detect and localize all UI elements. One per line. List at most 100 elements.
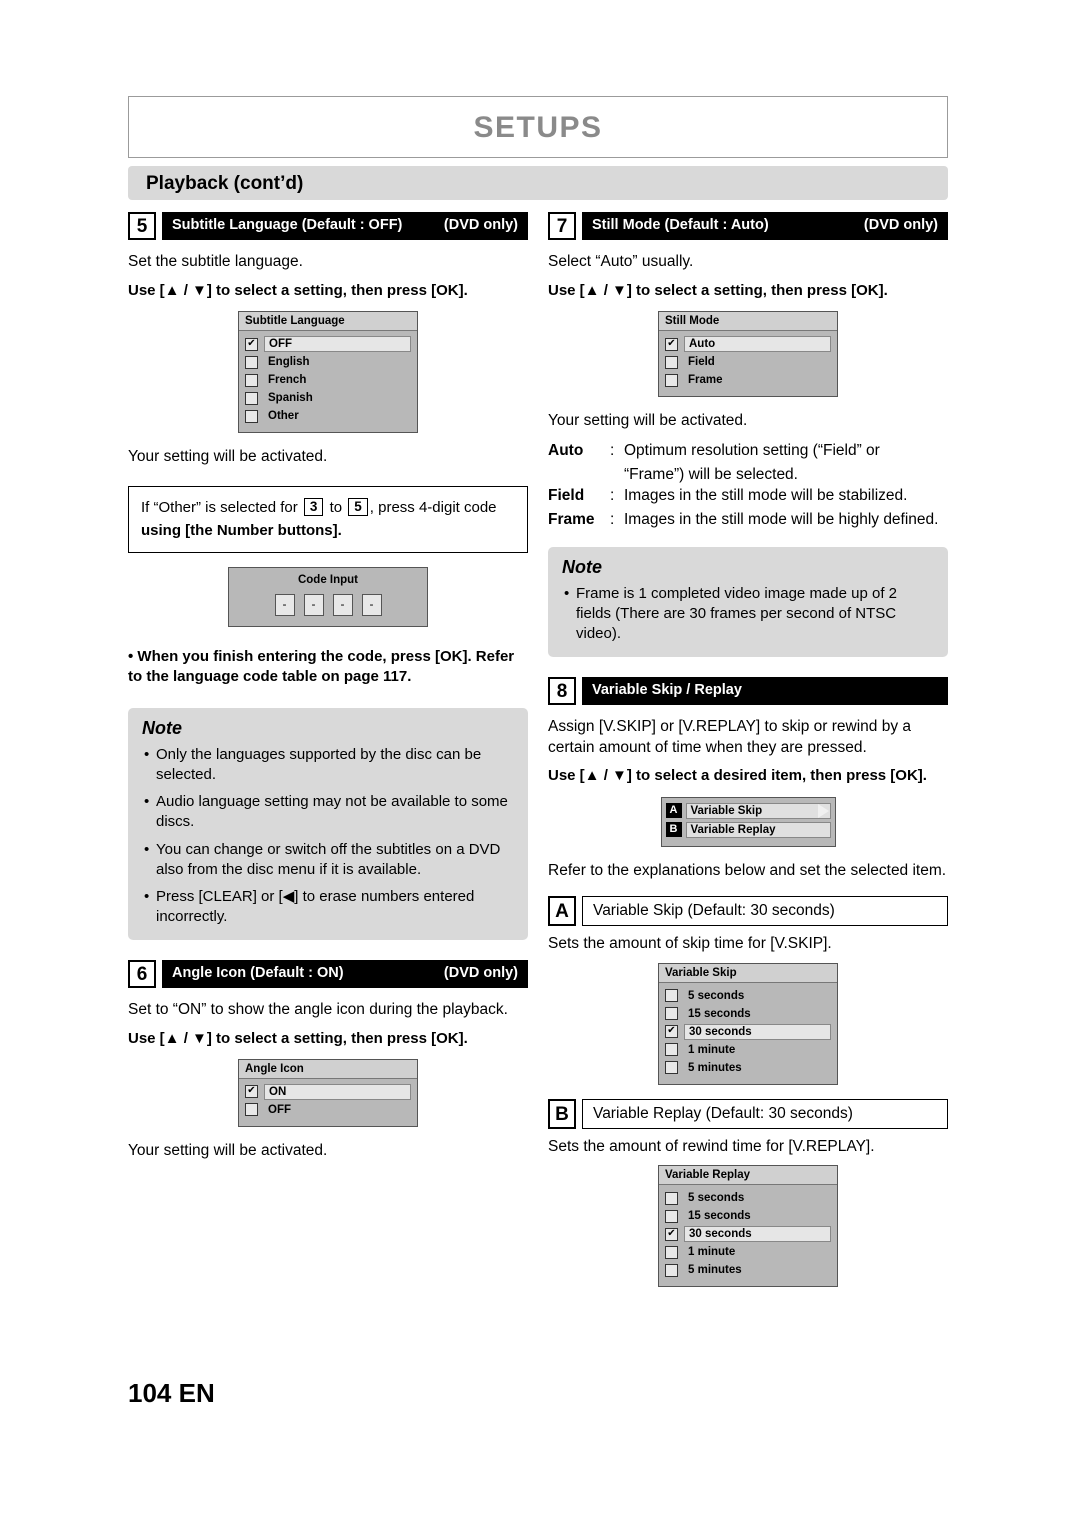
note-item: Audio language setting may not be availa…: [142, 792, 514, 833]
variable-skip-replay-menu[interactable]: A Variable Skip B Variable Replay: [660, 796, 836, 847]
checkbox-checked-icon: ✔: [245, 337, 258, 351]
variable-skip-label-row: A Variable Skip (Default: 30 seconds): [548, 895, 948, 926]
definition-field: Field : Images in the still mode will be…: [548, 485, 948, 507]
checkbox-icon: [665, 1043, 678, 1057]
note-list: Only the languages supported by the disc…: [142, 745, 514, 928]
variable-replay-label: Variable Replay (Default: 30 seconds): [582, 1098, 948, 1129]
definition-colon: :: [610, 511, 615, 529]
angle-icon-menu[interactable]: Angle Icon ✔ ON OFF: [238, 1058, 418, 1127]
item-8-bar: Variable Skip / Replay: [582, 676, 948, 705]
item-6-instruction: Use [▲ / ▼] to select a setting, then pr…: [128, 1029, 468, 1047]
menu-option-off[interactable]: ✔ OFF: [245, 336, 411, 353]
note-list: Frame is 1 completed video image made up…: [562, 584, 934, 645]
menu-option-auto[interactable]: ✔ Auto: [665, 336, 831, 353]
code-instruction-part2: to: [329, 499, 343, 517]
code-instruction-part4: using [the Number buttons].: [141, 521, 342, 539]
item-6-header: 6 Angle Icon (Default : ON) (DVD only): [128, 959, 528, 990]
ab-option-a[interactable]: A Variable Skip: [665, 802, 831, 819]
menu-option-label: 15 seconds: [688, 1210, 751, 1223]
item-5-activated: Your setting will be activated.: [128, 448, 328, 466]
code-digit-4[interactable]: -: [361, 594, 382, 617]
menu-option-label: 5 seconds: [688, 989, 745, 1002]
menu-option-5-minutes[interactable]: 5 minutes: [665, 1060, 831, 1076]
code-input-dialog[interactable]: Code Input - - - -: [228, 567, 428, 628]
menu-option-field[interactable]: Field: [665, 354, 831, 370]
checkbox-icon: [245, 409, 258, 423]
item-5-instruction: Use [▲ / ▼] to select a setting, then pr…: [128, 281, 468, 299]
note-still-mode: Note Frame is 1 completed video image ma…: [548, 546, 948, 657]
definition-frame: Frame : Images in the still mode will be…: [548, 509, 948, 531]
menu-option-label: 5 minutes: [688, 1061, 742, 1074]
page-title: SETUPS: [473, 111, 603, 144]
menu-option-spanish[interactable]: Spanish: [245, 390, 411, 406]
checkbox-icon: [665, 373, 678, 387]
definition-auto: Auto : Optimum resolution setting (“Fiel…: [548, 440, 948, 462]
menu-option-off[interactable]: OFF: [245, 1102, 411, 1118]
code-digit-3[interactable]: -: [332, 594, 353, 617]
variable-replay-desc: Sets the amount of rewind time for [V.RE…: [548, 1137, 875, 1155]
item-5-code-instruction: If “Other” is selected for 3 to 5, press…: [128, 486, 528, 554]
menu-option-5-seconds[interactable]: 5 seconds: [665, 1190, 831, 1206]
menu-option-label: OFF: [264, 336, 411, 353]
menu-option-30-seconds[interactable]: ✔ 30 seconds: [665, 1023, 831, 1040]
variable-skip-menu[interactable]: Variable Skip 5 seconds 15 seconds ✔ 30 …: [658, 962, 838, 1085]
page-number: 104 EN: [128, 1378, 215, 1408]
item-7-number: 7: [548, 212, 576, 240]
menu-option-1-minute[interactable]: 1 minute: [665, 1042, 831, 1058]
page-header-band: SETUPS: [128, 96, 948, 158]
ab-option-b[interactable]: B Variable Replay: [665, 821, 831, 838]
menu-option-label: 30 seconds: [684, 1023, 831, 1040]
item-6-activated: Your setting will be activated.: [128, 1141, 328, 1159]
menu-title: Still Mode: [659, 312, 837, 332]
subtitle-language-menu[interactable]: Subtitle Language ✔ OFF English French S…: [238, 311, 418, 434]
menu-option-label: Field: [688, 356, 715, 369]
checkbox-checked-icon: ✔: [665, 337, 678, 351]
left-column: 5 Subtitle Language (Default : OFF) (DVD…: [128, 212, 528, 1170]
variable-replay-menu[interactable]: Variable Replay 5 seconds 15 seconds ✔ 3…: [658, 1165, 838, 1288]
menu-option-on[interactable]: ✔ ON: [245, 1083, 411, 1100]
menu-body: 5 seconds 15 seconds ✔ 30 seconds 1 minu…: [659, 983, 837, 1084]
variable-skip-label: Variable Skip (Default: 30 seconds): [582, 895, 948, 926]
menu-option-5-minutes[interactable]: 5 minutes: [665, 1262, 831, 1278]
tag-b: B: [665, 822, 682, 838]
menu-option-label: ON: [264, 1083, 411, 1100]
menu-option-5-seconds[interactable]: 5 seconds: [665, 988, 831, 1004]
checkbox-icon: [665, 1061, 678, 1075]
item-5-bullet-after: • When you finish entering the code, pre…: [128, 648, 515, 686]
menu-option-frame[interactable]: Frame: [665, 372, 831, 388]
definition-key: Auto: [548, 442, 584, 460]
menu-option-15-seconds[interactable]: 15 seconds: [665, 1208, 831, 1224]
code-digit-1[interactable]: -: [274, 594, 295, 617]
item-7-header: 7 Still Mode (Default : Auto) (DVD only): [548, 212, 948, 242]
menu-option-english[interactable]: English: [245, 354, 411, 370]
checkbox-icon: [245, 1103, 258, 1117]
definition-colon: :: [610, 487, 615, 505]
note-item: Only the languages supported by the disc…: [142, 745, 514, 786]
code-digit-2[interactable]: -: [303, 594, 324, 617]
definition-value: Images in the still mode will be highly …: [624, 511, 939, 529]
checkbox-icon: [245, 373, 258, 387]
menu-option-label: 1 minute: [688, 1043, 736, 1056]
menu-option-1-minute[interactable]: 1 minute: [665, 1244, 831, 1260]
right-arrow-icon: [817, 803, 829, 818]
menu-option-label: French: [268, 374, 307, 387]
variable-skip-desc: Sets the amount of skip time for [V.SKIP…: [548, 934, 832, 952]
still-mode-menu[interactable]: Still Mode ✔ Auto Field Frame: [658, 311, 838, 398]
definition-auto-cont: “Frame”) will be selected.: [624, 465, 798, 483]
menu-option-30-seconds[interactable]: ✔ 30 seconds: [665, 1226, 831, 1243]
menu-option-french[interactable]: French: [245, 372, 411, 388]
menu-option-15-seconds[interactable]: 15 seconds: [665, 1006, 831, 1022]
item-6-title: Angle Icon (Default : ON): [172, 964, 344, 981]
menu-option-label: 5 minutes: [688, 1264, 742, 1277]
note-title: Note: [142, 717, 182, 738]
variable-replay-label-row: B Variable Replay (Default: 30 seconds): [548, 1098, 948, 1129]
item-8-instruction: Use [▲ / ▼] to select a desired item, th…: [548, 767, 927, 785]
menu-option-other[interactable]: Other: [245, 408, 411, 424]
menu-option-label: Frame: [688, 374, 723, 387]
definition-value: Optimum resolution setting (“Field” or: [624, 442, 880, 460]
menu-option-label: English: [268, 356, 310, 369]
still-mode-definitions: Auto : Optimum resolution setting (“Fiel…: [548, 440, 948, 531]
checkbox-checked-icon: ✔: [245, 1085, 258, 1099]
item-5-header: 5 Subtitle Language (Default : OFF) (DVD…: [128, 212, 528, 242]
menu-option-label: Auto: [684, 336, 831, 353]
